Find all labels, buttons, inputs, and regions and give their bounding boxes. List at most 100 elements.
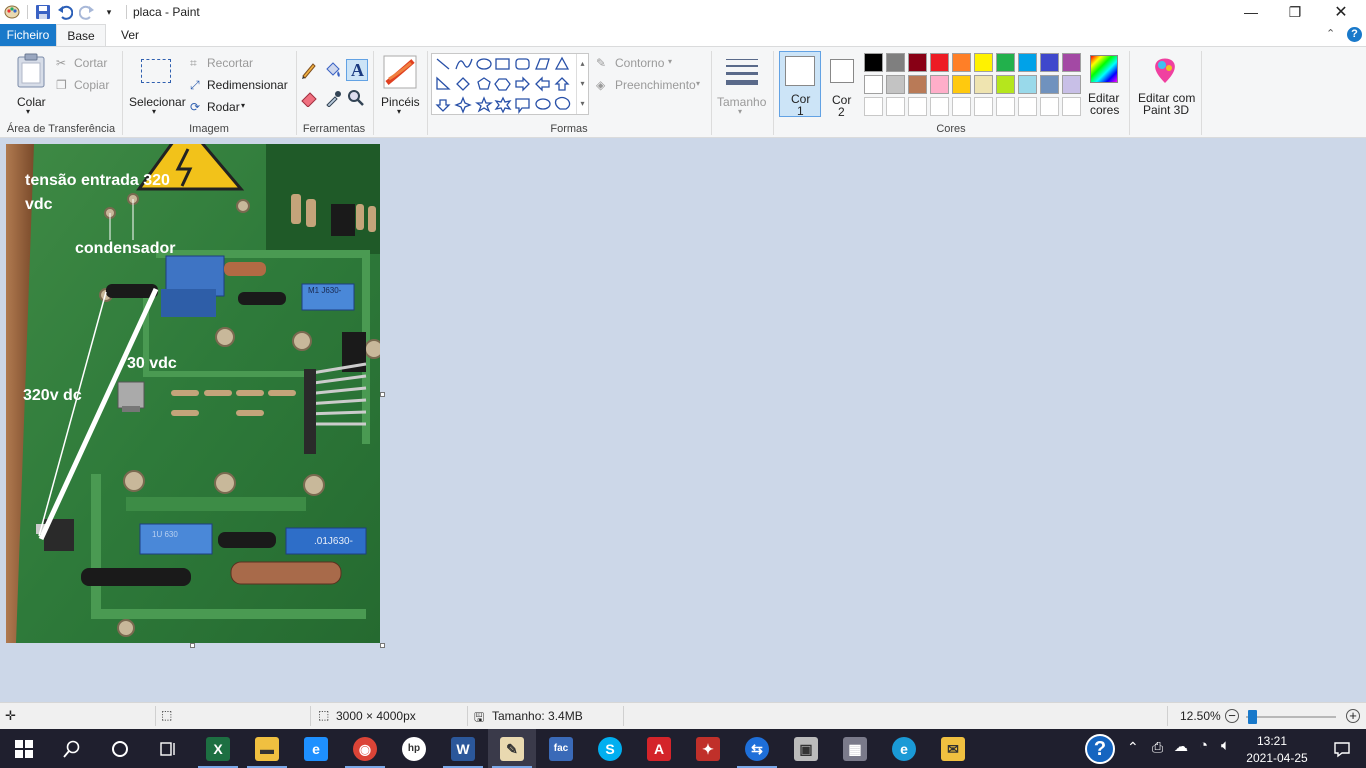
search-button[interactable] — [48, 729, 96, 768]
magnifier-tool[interactable] — [347, 89, 367, 109]
eraser-tool[interactable] — [300, 89, 320, 109]
text-tool[interactable]: A — [346, 59, 368, 81]
fac-taskbar-button[interactable]: fac — [537, 729, 585, 768]
fill-tool[interactable] — [324, 61, 344, 81]
skype-taskbar-button[interactable]: S — [586, 729, 634, 768]
tab-file[interactable]: Ficheiro — [0, 24, 56, 46]
custom-color-slot[interactable] — [974, 97, 993, 116]
notification-center-button[interactable] — [1318, 729, 1366, 768]
edge-taskbar-button[interactable]: e — [880, 729, 928, 768]
canvas-image[interactable]: tensão entrada 320 vdc condensador 30 vd… — [6, 144, 380, 643]
internet-explorer-taskbar-button[interactable]: e — [292, 729, 340, 768]
palette-swatch[interactable] — [974, 75, 993, 94]
close-button[interactable]: ✕ — [1318, 0, 1364, 24]
palette-swatch[interactable] — [886, 75, 905, 94]
color1-button[interactable]: Cor 1 — [779, 51, 821, 118]
palette-swatch[interactable] — [952, 53, 971, 72]
custom-color-slot[interactable] — [886, 97, 905, 116]
palette-swatch[interactable] — [930, 75, 949, 94]
minimize-button[interactable]: — — [1228, 0, 1274, 24]
undo-icon[interactable] — [54, 1, 76, 23]
teamviewer-taskbar-button[interactable]: ⇆ — [733, 729, 781, 768]
size-button[interactable]: Tamanho ▾ — [715, 51, 769, 117]
palette-swatch[interactable] — [930, 53, 949, 72]
edit-with-paint3d-button[interactable]: Editar com Paint 3D — [1133, 51, 1197, 117]
hp-taskbar-button[interactable]: hp — [390, 729, 438, 768]
palette-swatch[interactable] — [864, 75, 883, 94]
zoom-slider-thumb[interactable] — [1247, 710, 1257, 724]
clock[interactable]: 13:21 2021-04-25 — [1242, 732, 1307, 766]
wifi-icon[interactable]: ◔ — [1199, 737, 1208, 754]
palette-swatch[interactable] — [1062, 53, 1081, 72]
custom-color-slot[interactable] — [1040, 97, 1059, 116]
zoom-slider[interactable] — [1246, 710, 1336, 724]
tab-view[interactable]: Ver — [108, 24, 152, 46]
acrobat-taskbar-button[interactable]: A — [635, 729, 683, 768]
onedrive-icon[interactable]: ☁ — [1174, 738, 1188, 755]
excel-taskbar-button[interactable]: X — [194, 729, 242, 768]
custom-color-slot[interactable] — [908, 97, 927, 116]
usb-device-icon[interactable]: ⎙ — [1152, 739, 1163, 756]
custom-color-slot[interactable] — [952, 97, 971, 116]
copy-button[interactable]: ❐ Copiar — [56, 77, 116, 95]
redo-icon[interactable] — [76, 1, 98, 23]
palette-swatch[interactable] — [1062, 75, 1081, 94]
start-button[interactable] — [0, 729, 48, 768]
color-picker-tool[interactable] — [324, 89, 344, 109]
pencil-tool[interactable] — [300, 61, 320, 81]
help-icon[interactable]: ? — [1347, 27, 1362, 42]
store-taskbar-button[interactable]: ▣ — [782, 729, 830, 768]
maximize-button[interactable]: ❐ — [1272, 0, 1318, 24]
paint-taskbar-button[interactable]: ✎ — [488, 729, 536, 768]
volume-icon[interactable]: 🔈︎ — [1221, 737, 1230, 754]
task-view-button[interactable] — [144, 729, 192, 768]
crop-button[interactable]: ⌗ Recortar — [190, 55, 270, 73]
custom-color-slot[interactable] — [1062, 97, 1081, 116]
paste-button[interactable]: Colar ▾ — [8, 51, 52, 117]
resize-button[interactable]: ⤢ Redimensionar — [190, 77, 290, 95]
resize-handle-right[interactable] — [380, 392, 385, 397]
palette-swatch[interactable] — [908, 53, 927, 72]
palette-swatch[interactable] — [996, 75, 1015, 94]
shapes-gallery[interactable]: ▴ ▾ ▾ — [431, 53, 589, 115]
palette-swatch[interactable] — [974, 53, 993, 72]
palette-swatch[interactable] — [996, 53, 1015, 72]
fill-button[interactable]: ◈ Preenchimento ▾ — [596, 77, 706, 95]
shapes-scroll[interactable]: ▴ ▾ ▾ — [576, 54, 588, 114]
edit-colors-button[interactable]: Editar cores — [1084, 51, 1124, 117]
custom-color-slot[interactable] — [930, 97, 949, 116]
palette-swatch[interactable] — [1040, 75, 1059, 94]
save-icon[interactable] — [32, 1, 54, 23]
tab-home[interactable]: Base — [56, 24, 106, 47]
custom-color-slot[interactable] — [996, 97, 1015, 116]
palette-swatch[interactable] — [952, 75, 971, 94]
file-explorer-taskbar-button[interactable]: ▬ — [243, 729, 291, 768]
palette-swatch[interactable] — [1040, 53, 1059, 72]
palette-swatch[interactable] — [1018, 75, 1037, 94]
resize-handle-bottom[interactable] — [190, 643, 195, 648]
customize-quick-access-icon[interactable]: ▾ — [98, 1, 120, 23]
word-taskbar-button[interactable]: W — [439, 729, 487, 768]
rotate-button[interactable]: ⟳ Rodar ▾ — [190, 99, 260, 117]
zoom-out-button[interactable]: − — [1225, 709, 1239, 723]
palette-swatch[interactable] — [864, 53, 883, 72]
resize-handle-corner[interactable] — [380, 643, 385, 648]
color2-button[interactable]: Cor 2 — [825, 51, 859, 119]
show-hidden-icons[interactable]: ⌃ — [1127, 739, 1139, 756]
custom-color-slot[interactable] — [1018, 97, 1037, 116]
cortana-button[interactable] — [96, 729, 144, 768]
calculator-taskbar-button[interactable]: ▦ — [831, 729, 879, 768]
help-app[interactable]: ? — [1076, 729, 1124, 768]
game-taskbar-button[interactable]: ✦ — [684, 729, 732, 768]
custom-color-slot[interactable] — [864, 97, 883, 116]
folder-taskbar-button[interactable]: ✉ — [929, 729, 977, 768]
zoom-in-button[interactable]: + — [1346, 709, 1360, 723]
paint-app-icon[interactable] — [1, 1, 23, 23]
ribbon-collapse-icon[interactable]: ⌃ — [1326, 27, 1335, 40]
select-button[interactable]: Selecionar ▾ — [126, 51, 186, 117]
outline-button[interactable]: ✎ Contorno ▾ — [596, 55, 706, 73]
chrome-taskbar-button[interactable]: ◉ — [341, 729, 389, 768]
brushes-button[interactable]: Pincéis ▾ — [377, 51, 423, 117]
palette-swatch[interactable] — [908, 75, 927, 94]
cut-button[interactable]: ✂ Cortar — [56, 55, 116, 73]
